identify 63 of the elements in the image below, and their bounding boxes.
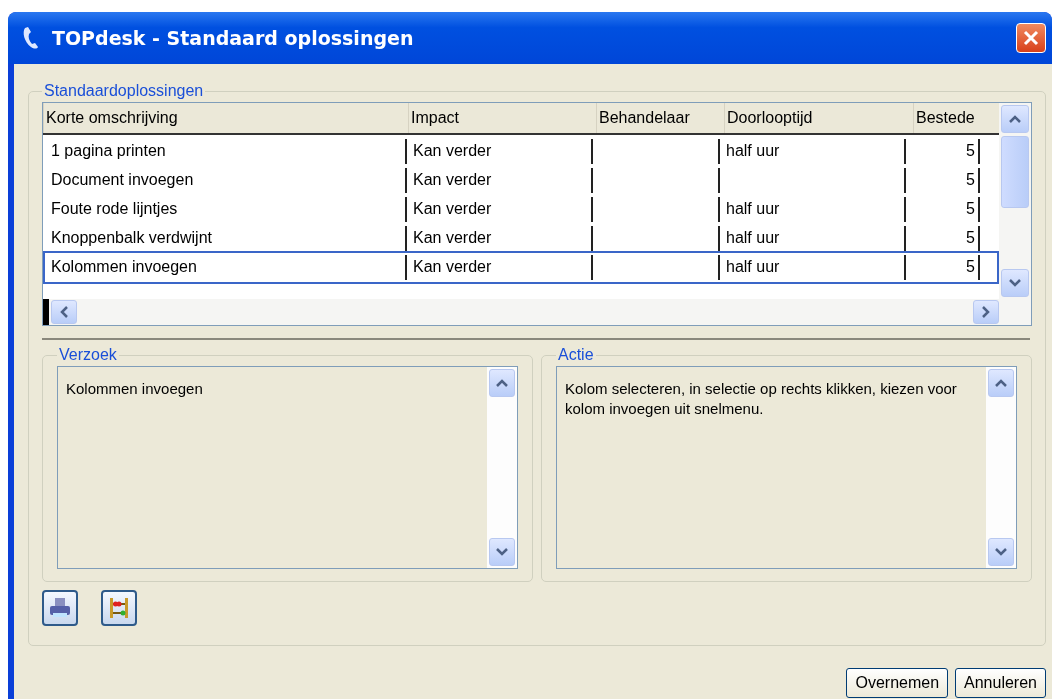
table-cell: half uur (726, 200, 780, 217)
close-icon (1022, 29, 1040, 47)
table-cell: Foute rode lijntjes (51, 200, 178, 217)
vertical-scrollbar[interactable] (986, 367, 1016, 568)
table-cell: 5 (966, 171, 975, 188)
column-header[interactable]: Behandelaar (596, 103, 724, 133)
table-cell: Kolommen invoegen (51, 258, 197, 275)
group-title: Standaardoplossingen (43, 82, 205, 100)
chevron-icon (982, 306, 990, 318)
chevron-icon (1009, 115, 1021, 123)
chevron-icon (496, 548, 508, 556)
vertical-scrollbar[interactable] (999, 103, 1031, 299)
group-title: Actie (557, 346, 595, 364)
table-cell: 1 pagina printen (51, 142, 166, 159)
dialog-button[interactable]: Overnemen (846, 668, 949, 698)
text-area[interactable]: Kolommen invoegen (57, 366, 518, 569)
table-cell: 5 (966, 229, 975, 246)
chevron-icon (496, 379, 508, 387)
abacus-button[interactable] (101, 590, 137, 626)
vertical-scrollbar[interactable] (487, 367, 517, 568)
table-cell: Kan verder (413, 142, 492, 159)
scroll-up-button[interactable] (489, 369, 515, 397)
scroll-thumb[interactable] (1001, 136, 1029, 208)
text-area[interactable]: Kolom selecteren, in selectie op rechts klikken, kiezen voor kolom invoegen uit snelmenu. (556, 366, 1017, 569)
table-cell: Kan verder (413, 171, 492, 188)
abacus-icon (107, 596, 131, 620)
text-area-text: Kolommen invoegen (65, 379, 204, 399)
printer-icon (48, 596, 72, 620)
table-cell: Knoppenbalk verdwijnt (51, 229, 212, 246)
scroll-right-button[interactable] (973, 300, 999, 324)
chevron-icon (1009, 279, 1021, 287)
table-cell: 5 (966, 258, 975, 275)
column-header[interactable]: Korte omschrijving (43, 103, 408, 133)
print-button[interactable] (42, 590, 78, 626)
table-cell: Document invoegen (51, 171, 194, 188)
table-cell: Kan verder (413, 200, 492, 217)
table-cell: half uur (726, 258, 780, 275)
table-cell: Kan verder (413, 229, 492, 246)
chevron-icon (60, 306, 68, 318)
scroll-down-button[interactable] (988, 538, 1014, 566)
table-row[interactable]: Kolommen invoegen Kan verder half uur 5 (43, 251, 999, 284)
scroll-down-button[interactable] (489, 538, 515, 566)
scroll-down-button[interactable] (1001, 269, 1029, 297)
scroll-up-button[interactable] (988, 369, 1014, 397)
column-header[interactable]: Bestede (913, 103, 988, 133)
horizontal-scrollbar[interactable] (43, 299, 1031, 325)
column-header[interactable]: Impact (408, 103, 596, 133)
table-cell: 5 (966, 200, 975, 217)
table-cell: half uur (726, 229, 780, 246)
text-area-text: Kolom selecteren, in selectie op rechts klikken, kiezen voor kolom invoegen uit snelmenu. (564, 379, 958, 419)
dialog-button[interactable]: Annuleren (955, 668, 1046, 698)
table-cell: half uur (726, 142, 780, 159)
scroll-up-button[interactable] (1001, 105, 1029, 133)
table-cell: 5 (966, 142, 975, 159)
scroll-left-button[interactable] (51, 300, 77, 324)
chevron-icon (995, 379, 1007, 387)
window-title: TOPdesk - Standaard oplossingen (52, 27, 415, 49)
table-cell: Kan verder (413, 258, 492, 275)
chevron-icon (995, 548, 1007, 556)
group-title: Verzoek (58, 346, 118, 364)
phone-icon (22, 26, 40, 50)
column-header[interactable]: Doorlooptijd (724, 103, 913, 133)
close-button[interactable] (1016, 23, 1046, 53)
